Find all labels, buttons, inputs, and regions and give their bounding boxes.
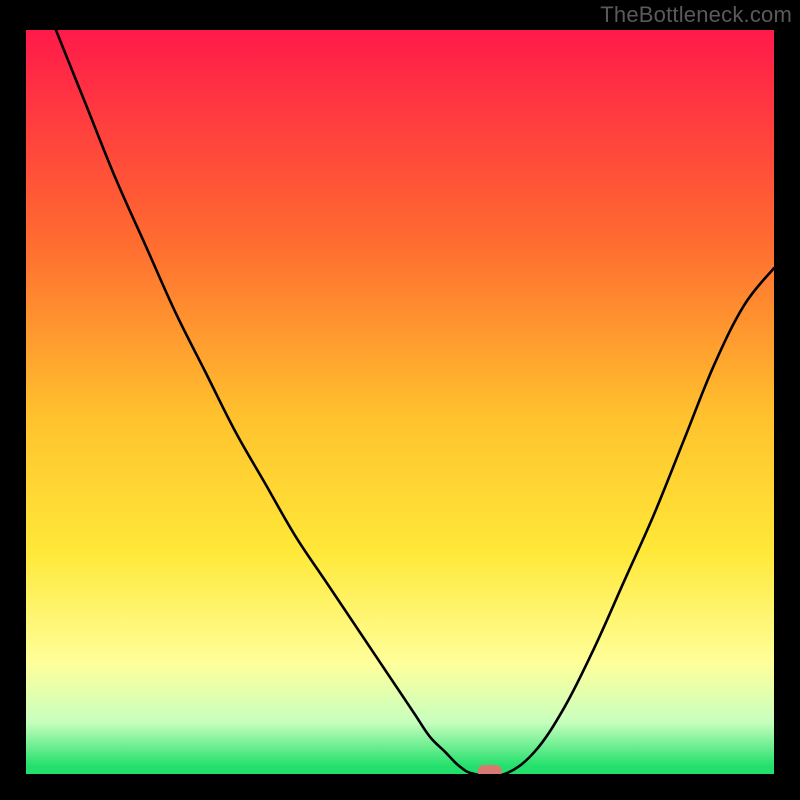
- chart-frame: TheBottleneck.com: [0, 0, 800, 800]
- attribution-label: TheBottleneck.com: [600, 2, 792, 28]
- gradient-background: [26, 30, 774, 774]
- bottleneck-chart: [26, 30, 774, 774]
- plot-area: [26, 30, 774, 774]
- optimal-point-marker: [478, 765, 502, 774]
